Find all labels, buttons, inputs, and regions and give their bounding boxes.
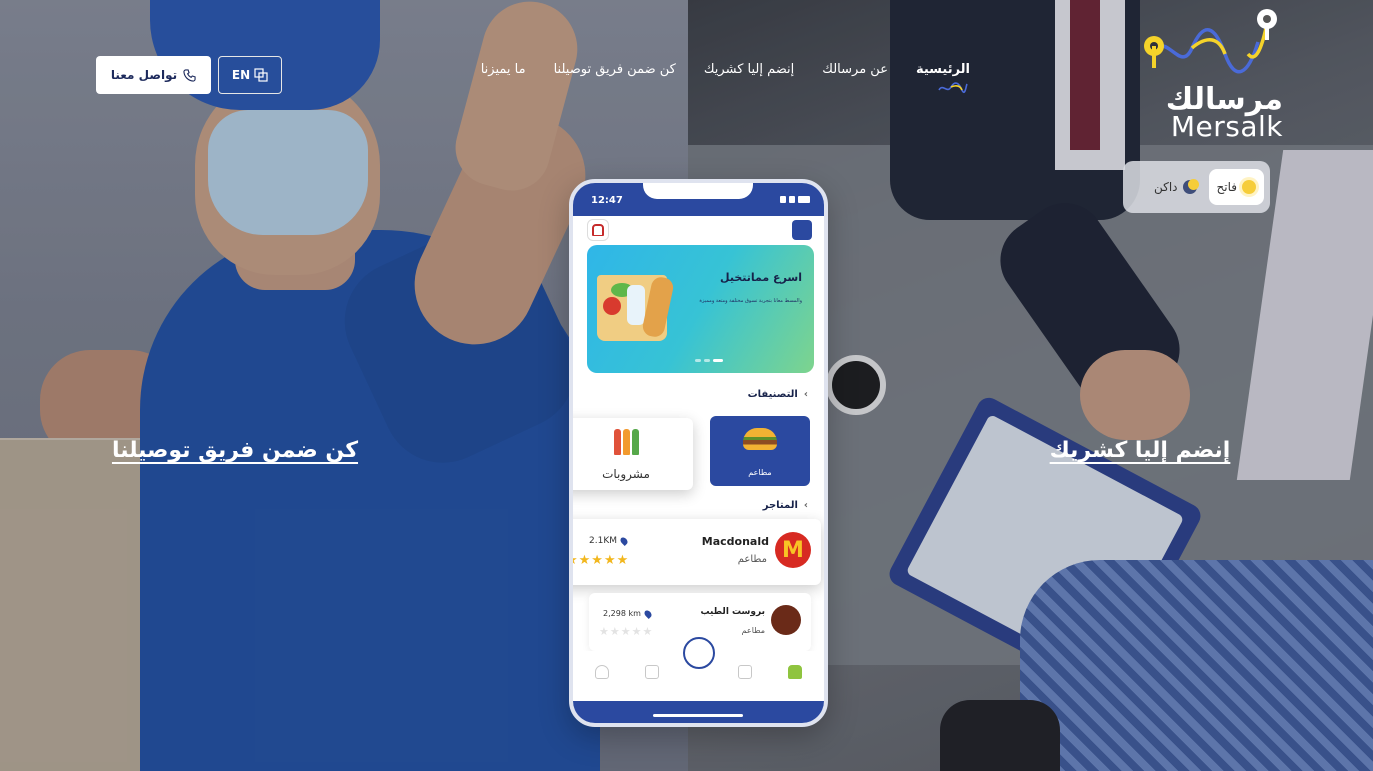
carousel-dots [695,359,723,362]
burger-icon [743,428,777,450]
app-phone-mockup: 12:47 اسرع مماتتخيل والمسط معانا بتجربة … [569,179,828,727]
cta-join-delivery-team[interactable]: كن ضمن فريق توصيلنا [100,438,370,463]
location-pin-icon [619,536,629,546]
chevron-left-icon: ‹ [803,500,808,511]
bottle-icon [627,285,645,325]
banner-subtitle: والمسط معانا بتجربة تسوق مختلفة ومتعة وم… [699,298,802,304]
store-name: Macdonald [701,535,769,548]
nav-item-partner[interactable]: إنضم إليا كشريك [704,62,794,77]
stores-title: المتاجر [762,500,798,511]
contact-label: تواصل معنا [110,68,178,82]
app-logo-icon [792,220,812,240]
nav-item-delivery-team[interactable]: كن ضمن فريق توصيلنا [554,62,676,77]
category-restaurants: مطاعم [710,416,810,486]
carousel-dot [704,359,710,362]
language-button[interactable]: EN [218,56,282,94]
sun-icon [1242,180,1256,194]
main-nav: الرئيسية عن مرسالك إنضم إليا كشريك كن ضم… [430,62,970,102]
categories-title: التصنيفات [747,389,798,400]
store-distance: 2.1KM [589,536,629,546]
home-tab-icon [788,665,802,679]
nav-item-about[interactable]: عن مرسالك [822,62,888,77]
bread-icon [641,275,675,339]
mcdonalds-logo-icon: M [775,532,811,568]
carousel-dot-active [713,359,723,362]
stores-header: المتاجر ‹ [763,500,808,511]
apple-icon [603,297,621,315]
theme-dark-option[interactable]: داكن [1146,169,1205,205]
carousel-dot [695,359,701,362]
store-type: مطاعم [737,554,767,565]
language-label: EN [231,68,251,82]
translate-icon [254,68,268,82]
signal-icon [780,196,786,203]
location-pin-icon [642,608,653,619]
chevron-left-icon: ‹ [803,389,808,400]
drinks-icon [613,429,639,455]
cart-tab-icon [645,665,659,679]
phone-bottom-bar [573,701,824,723]
orders-tab-icon [738,665,752,679]
battery-icon [798,196,810,203]
phone-clock: 12:47 [591,195,623,206]
store-distance: 2,298 km [603,608,653,619]
phone-tab-bar [573,631,824,723]
moon-icon [1182,179,1199,194]
bottle-orange [622,429,630,455]
wifi-icon [789,196,795,203]
store-distance-value: 2,298 km [603,609,641,618]
store-type: مطاعم [741,626,765,635]
bottle-red [613,429,621,455]
theme-dark-label: داكن [1153,180,1178,194]
cta-join-as-partner[interactable]: إنضم إليا كشريك [1035,438,1245,463]
categories-header: التصنيفات ‹ [748,389,808,400]
notification-bell-icon [587,219,609,241]
broast-logo-icon [771,605,801,635]
bottle-green [631,429,639,455]
theme-light-label: فاتح [1216,180,1237,194]
store-distance-value: 2.1KM [589,536,617,546]
active-squiggle-icon [938,82,968,94]
delivery-icon [683,637,715,669]
phone-notch [643,183,753,199]
promo-banner: اسرع مماتتخيل والمسط معانا بتجربة تسوق م… [587,245,814,373]
nav-item-label: الرئيسية [915,62,970,77]
profile-tab-icon [595,665,609,679]
phone-icon [183,68,196,82]
status-icons [780,196,810,204]
theme-toggle[interactable]: فاتح داكن [1123,161,1270,213]
category-drinks[interactable]: مشروبات [573,418,693,490]
grocery-bag-icon [597,275,675,341]
phone-status-bar: 12:47 [573,183,824,216]
category-label: مطاعم [748,468,772,477]
rating-stars: ★★★★★ [569,553,630,568]
brand-name-english: Mersalk [1170,110,1283,143]
store-name: بروست الطيب [700,607,765,617]
contact-button[interactable]: تواصل معنا [96,56,211,94]
home-indicator [653,714,743,717]
theme-light-option[interactable]: فاتح [1208,169,1264,205]
category-label: مشروبات [602,467,650,481]
store-card-macdonald[interactable]: M Macdonald مطاعم 2.1KM ★★★★★ [569,519,821,585]
rating-stars: ★★★★★ [599,625,654,638]
nav-item-home[interactable]: الرئيسية [915,62,970,94]
banner-title: اسرع مماتتخيل [720,271,802,284]
nav-item-features[interactable]: ما يميزنا [481,62,526,77]
